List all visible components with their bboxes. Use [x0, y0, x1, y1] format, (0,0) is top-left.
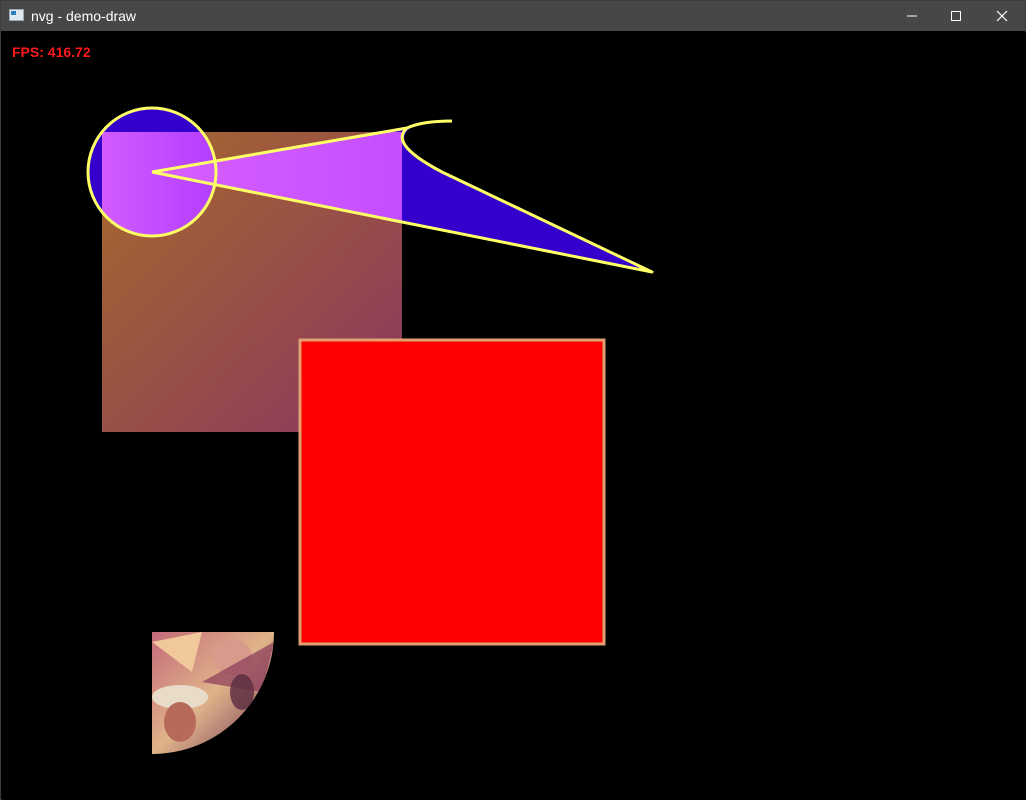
app-icon: [9, 9, 24, 21]
scene: [86, 106, 654, 754]
close-icon: [996, 10, 1008, 22]
maximize-button[interactable]: [933, 1, 979, 31]
red-square: [298, 338, 606, 646]
window-title: nvg - demo-draw: [31, 8, 137, 24]
title-bar[interactable]: nvg - demo-draw: [1, 1, 1025, 31]
quarter-photo: [152, 632, 274, 754]
app-window: nvg - demo-draw FPS: 416.72: [0, 0, 1026, 800]
drawing-canvas[interactable]: FPS: 416.72: [2, 32, 1026, 800]
minimize-button[interactable]: [889, 1, 935, 31]
fps-counter: FPS: 416.72: [12, 44, 91, 60]
minimize-icon: [907, 15, 917, 17]
close-button[interactable]: [979, 1, 1025, 31]
maximize-icon: [951, 11, 961, 21]
